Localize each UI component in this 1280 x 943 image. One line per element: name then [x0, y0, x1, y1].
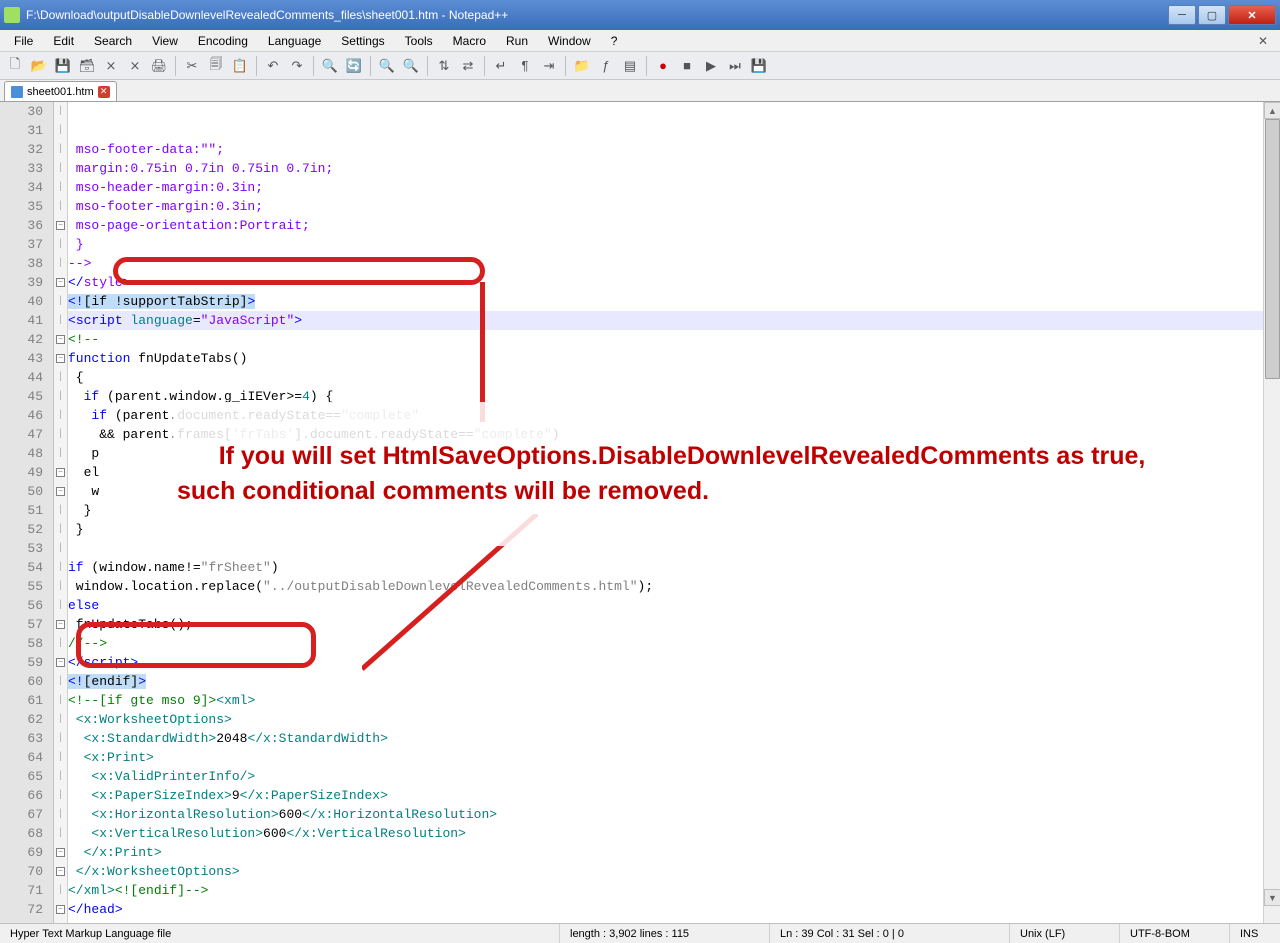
menu-settings[interactable]: Settings: [331, 32, 394, 50]
cut-icon[interactable]: ✂: [181, 55, 203, 77]
status-position: Ln : 39 Col : 31 Sel : 0 | 0: [770, 924, 1010, 943]
tab-close-x[interactable]: ✕: [1250, 34, 1276, 48]
file-icon: [11, 86, 23, 98]
closeall-icon[interactable]: ⨯: [124, 55, 146, 77]
scroll-thumb[interactable]: [1265, 119, 1280, 379]
scroll-down-icon[interactable]: ▼: [1264, 889, 1280, 906]
wordwrap-icon[interactable]: ↵: [490, 55, 512, 77]
app-icon: [4, 7, 20, 23]
menu-view[interactable]: View: [142, 32, 188, 50]
status-mode[interactable]: INS: [1230, 924, 1280, 943]
docmap-icon[interactable]: ▤: [619, 55, 641, 77]
scrollbar-vertical[interactable]: ▲ ▼: [1263, 102, 1280, 923]
menu-macro[interactable]: Macro: [443, 32, 496, 50]
indent-icon[interactable]: ⇥: [538, 55, 560, 77]
close-button[interactable]: ✕: [1228, 5, 1276, 25]
record-icon[interactable]: ●: [652, 55, 674, 77]
tabbar: sheet001.htm ✕: [0, 80, 1280, 102]
editor[interactable]: 3031323334353637383940414243444546474849…: [0, 102, 1280, 923]
status-length: length : 3,902 lines : 115: [560, 924, 770, 943]
code-area[interactable]: mso-footer-data:""; margin:0.75in 0.7in …: [68, 102, 1280, 923]
menu-window[interactable]: Window: [538, 32, 601, 50]
menubar: File Edit Search View Encoding Language …: [0, 30, 1280, 52]
menu-search[interactable]: Search: [84, 32, 142, 50]
print-icon[interactable]: 🖨: [148, 55, 170, 77]
new-icon[interactable]: 🗋: [4, 55, 26, 77]
menu-edit[interactable]: Edit: [43, 32, 84, 50]
undo-icon[interactable]: ↶: [262, 55, 284, 77]
fold-margin[interactable]: ||||||−||−||−−|||||−−||||||−|−|||||||||−…: [54, 102, 68, 923]
menu-tools[interactable]: Tools: [395, 32, 443, 50]
menu-run[interactable]: Run: [496, 32, 538, 50]
maximize-button[interactable]: ▢: [1198, 5, 1226, 25]
toolbar: 🗋 📂 💾 🗃 ⨯ ⨯ 🖨 ✂ 🗐 📋 ↶ ↷ 🔍 🔄 🔍 🔍 ⇅ ⇄ ↵ ¶ …: [0, 52, 1280, 80]
allchars-icon[interactable]: ¶: [514, 55, 536, 77]
tab-close-icon[interactable]: ✕: [98, 86, 110, 98]
funclist-icon[interactable]: ƒ: [595, 55, 617, 77]
line-numbers: 3031323334353637383940414243444546474849…: [0, 102, 54, 923]
statusbar: Hyper Text Markup Language file length :…: [0, 923, 1280, 943]
sync-v-icon[interactable]: ⇅: [433, 55, 455, 77]
play-icon[interactable]: ▶: [700, 55, 722, 77]
minimize-button[interactable]: ─: [1168, 5, 1196, 25]
stop-icon[interactable]: ■: [676, 55, 698, 77]
saveall-icon[interactable]: 🗃: [76, 55, 98, 77]
savemacro-icon[interactable]: 💾: [748, 55, 770, 77]
close-icon[interactable]: ⨯: [100, 55, 122, 77]
tab-label: sheet001.htm: [27, 86, 94, 98]
menu-file[interactable]: File: [4, 32, 43, 50]
copy-icon[interactable]: 🗐: [205, 55, 227, 77]
titlebar: F:\Download\outputDisableDownlevelReveal…: [0, 0, 1280, 30]
paste-icon[interactable]: 📋: [229, 55, 251, 77]
redo-icon[interactable]: ↷: [286, 55, 308, 77]
file-tab[interactable]: sheet001.htm ✕: [4, 81, 117, 101]
status-eol[interactable]: Unix (LF): [1010, 924, 1120, 943]
folder-icon[interactable]: 📁: [571, 55, 593, 77]
playmulti-icon[interactable]: ⏭: [724, 55, 746, 77]
find-icon[interactable]: 🔍: [319, 55, 341, 77]
sync-h-icon[interactable]: ⇄: [457, 55, 479, 77]
scroll-up-icon[interactable]: ▲: [1264, 102, 1280, 119]
status-encoding[interactable]: UTF-8-BOM: [1120, 924, 1230, 943]
window-title: F:\Download\outputDisableDownlevelReveal…: [26, 8, 1168, 22]
zoomin-icon[interactable]: 🔍: [376, 55, 398, 77]
menu-encoding[interactable]: Encoding: [188, 32, 258, 50]
menu-help[interactable]: ?: [601, 32, 628, 50]
open-icon[interactable]: 📂: [28, 55, 50, 77]
replace-icon[interactable]: 🔄: [343, 55, 365, 77]
zoomout-icon[interactable]: 🔍: [400, 55, 422, 77]
status-filetype: Hyper Text Markup Language file: [0, 924, 560, 943]
save-icon[interactable]: 💾: [52, 55, 74, 77]
menu-language[interactable]: Language: [258, 32, 331, 50]
